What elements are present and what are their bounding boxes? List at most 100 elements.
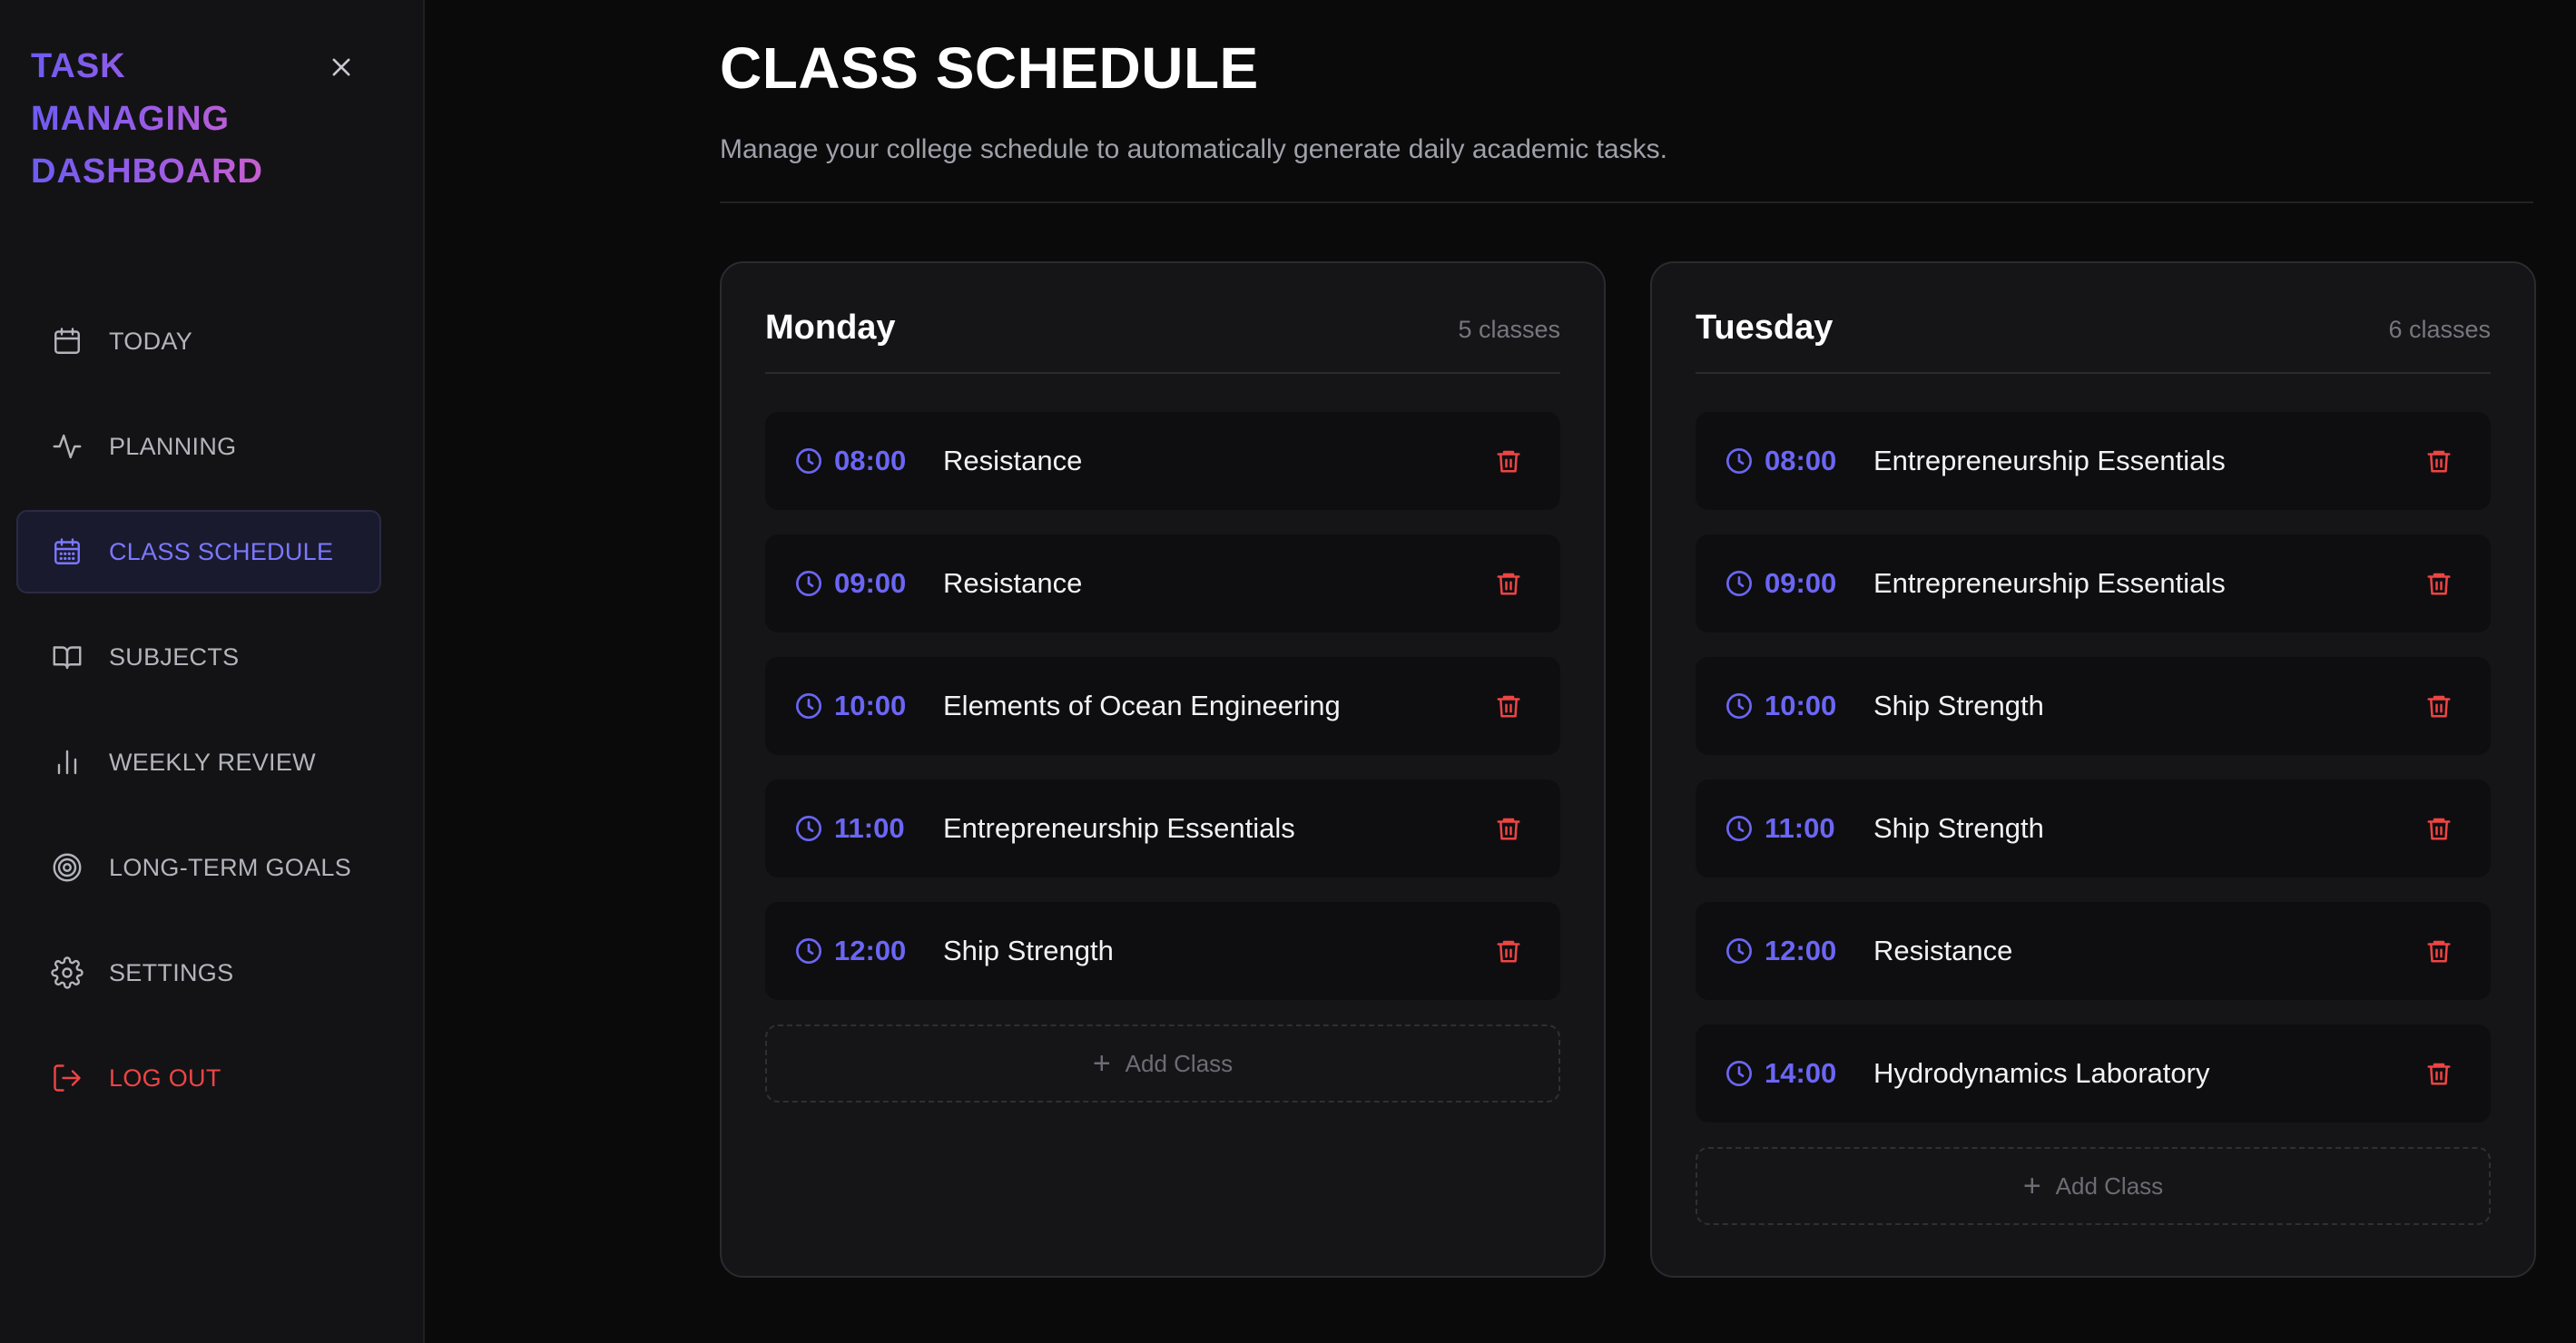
sidebar-item-long-term-goals[interactable]: LONG-TERM GOALS	[16, 826, 381, 909]
delete-class-button[interactable]	[1493, 690, 1524, 722]
logout-button[interactable]: LOG OUT	[16, 1036, 381, 1120]
delete-class-button[interactable]	[2424, 935, 2454, 967]
class-row[interactable]: 14:00 Hydrodynamics Laboratory	[1696, 1024, 2491, 1122]
clock-icon	[1725, 814, 1754, 843]
class-time: 09:00	[1765, 567, 1837, 599]
clock-icon	[1725, 936, 1754, 966]
day-header: Tuesday 6 classes	[1696, 309, 2491, 374]
trash-icon	[1497, 940, 1520, 963]
plus-icon: +	[1092, 1046, 1111, 1081]
sidebar-item-label: WEEKLY REVIEW	[109, 748, 316, 776]
delete-class-button[interactable]	[1493, 935, 1524, 967]
clock-icon	[1725, 1059, 1754, 1088]
brand-title: TASK MANAGING DASHBOARD	[31, 40, 303, 198]
clock-icon	[1725, 569, 1754, 598]
class-time: 10:00	[834, 690, 907, 721]
class-row[interactable]: 08:00 Entrepreneurship Essentials	[1696, 412, 2491, 510]
sidebar-item-label: SUBJECTS	[109, 642, 240, 671]
delete-class-button[interactable]	[2424, 812, 2454, 845]
class-name: Resistance	[1873, 935, 2013, 966]
class-name: Entrepreneurship Essentials	[1873, 567, 2226, 599]
add-class-label: Add Class	[2055, 1171, 2164, 1200]
logout-icon	[49, 1060, 85, 1096]
class-name: Entrepreneurship Essentials	[1873, 445, 2226, 476]
delete-class-button[interactable]	[2424, 567, 2454, 600]
class-list: 08:00 Entrepreneurship Essentials 09:00 …	[1696, 412, 2491, 1225]
bar-chart-icon	[49, 744, 85, 780]
trash-icon	[2427, 695, 2451, 718]
delete-class-button[interactable]	[2424, 445, 2454, 477]
sidebar-nav: TODAY PLANNING CLASS SCHEDULE SUBJECTS W…	[16, 299, 381, 1142]
sidebar-item-label: TODAY	[109, 327, 193, 355]
day-name: Monday	[765, 309, 896, 347]
sidebar-item-subjects[interactable]: SUBJECTS	[16, 615, 381, 699]
class-row[interactable]: 10:00 Elements of Ocean Engineering	[765, 657, 1560, 755]
sidebar-item-today[interactable]: TODAY	[16, 299, 381, 383]
trash-icon	[2427, 940, 2451, 963]
trash-icon	[2427, 573, 2451, 595]
page-title: CLASS SCHEDULE	[720, 35, 1259, 101]
class-name: Hydrodynamics Laboratory	[1873, 1057, 2210, 1089]
delete-class-button[interactable]	[1493, 812, 1524, 845]
day-card-tuesday: Tuesday 6 classes 08:00 Entrepreneurship…	[1650, 261, 2536, 1278]
class-row[interactable]: 11:00 Entrepreneurship Essentials	[765, 779, 1560, 877]
activity-icon	[49, 428, 85, 465]
brand-line-3: DASHBOARD	[31, 152, 263, 191]
close-icon	[332, 58, 350, 76]
delete-class-button[interactable]	[1493, 567, 1524, 600]
class-count: 5 classes	[1458, 316, 1560, 343]
delete-class-button[interactable]	[1493, 445, 1524, 477]
class-row[interactable]: 12:00 Resistance	[1696, 902, 2491, 1000]
trash-icon	[1497, 695, 1520, 718]
trash-icon	[1497, 818, 1520, 840]
sidebar-item-settings[interactable]: SETTINGS	[16, 931, 381, 1015]
sidebar-item-label: PLANNING	[109, 432, 237, 460]
sidebar-item-weekly-review[interactable]: WEEKLY REVIEW	[16, 721, 381, 804]
trash-icon	[1497, 573, 1520, 595]
trash-icon	[2427, 1063, 2451, 1085]
clock-icon	[794, 446, 823, 475]
class-row[interactable]: 11:00 Ship Strength	[1696, 779, 2491, 877]
close-sidebar-button[interactable]	[323, 49, 359, 85]
sidebar-item-planning[interactable]: PLANNING	[16, 405, 381, 488]
class-row[interactable]: 09:00 Resistance	[765, 534, 1560, 632]
sidebar-item-label: LONG-TERM GOALS	[109, 853, 352, 881]
day-name: Tuesday	[1696, 309, 1834, 347]
sidebar-item-label: SETTINGS	[109, 958, 234, 986]
class-name: Resistance	[943, 567, 1083, 599]
plus-icon: +	[2022, 1169, 2041, 1203]
class-row[interactable]: 12:00 Ship Strength	[765, 902, 1560, 1000]
trash-icon	[2427, 450, 2451, 473]
class-name: Elements of Ocean Engineering	[943, 690, 1341, 721]
gear-icon	[49, 955, 85, 991]
clock-icon	[794, 691, 823, 721]
add-class-label: Add Class	[1125, 1049, 1234, 1077]
class-name: Ship Strength	[1873, 812, 2044, 844]
class-time: 12:00	[834, 935, 907, 966]
app-root: TASK MANAGING DASHBOARD TODAY PLANNING C…	[0, 0, 2576, 1343]
class-time: 14:00	[1765, 1057, 1837, 1089]
class-row[interactable]: 09:00 Entrepreneurship Essentials	[1696, 534, 2491, 632]
delete-class-button[interactable]	[2424, 1057, 2454, 1090]
class-time: 08:00	[834, 445, 907, 476]
sidebar: TASK MANAGING DASHBOARD TODAY PLANNING C…	[0, 0, 425, 1343]
add-class-button[interactable]: + Add Class	[1696, 1147, 2491, 1225]
class-time: 12:00	[1765, 935, 1837, 966]
sidebar-item-class-schedule[interactable]: CLASS SCHEDULE	[16, 510, 381, 593]
header-divider	[720, 201, 2533, 203]
class-row[interactable]: 08:00 Resistance	[765, 412, 1560, 510]
brand-line-1: TASK	[31, 47, 126, 85]
logout-label: LOG OUT	[109, 1064, 221, 1092]
class-row[interactable]: 10:00 Ship Strength	[1696, 657, 2491, 755]
delete-class-button[interactable]	[2424, 690, 2454, 722]
class-time: 11:00	[834, 812, 905, 844]
add-class-button[interactable]: + Add Class	[765, 1024, 1560, 1103]
trash-icon	[1497, 450, 1520, 473]
class-name: Ship Strength	[943, 935, 1114, 966]
target-icon	[49, 849, 85, 886]
clock-icon	[794, 814, 823, 843]
class-time: 08:00	[1765, 445, 1837, 476]
class-name: Ship Strength	[1873, 690, 2044, 721]
calendar-icon	[49, 323, 85, 359]
clock-icon	[794, 936, 823, 966]
